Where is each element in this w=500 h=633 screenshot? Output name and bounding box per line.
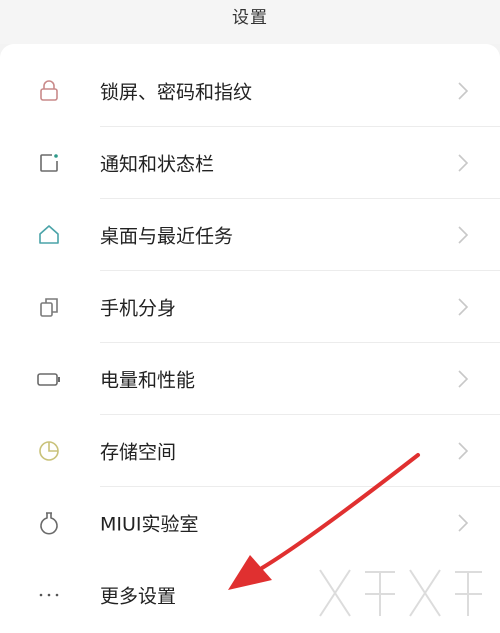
settings-item-label: 更多设置 [100,585,177,608]
dual-phone-icon [36,294,62,320]
flask-icon [36,510,62,536]
settings-item-home-screen[interactable]: 桌面与最近任务 [0,199,500,271]
settings-item-label: 存储空间 [100,441,177,464]
settings-list: 锁屏、密码和指纹 通知和状态栏 桌面与最近任务 手机分身 电量和性能 存储空间 … [0,44,500,633]
chevron-right-icon [456,440,470,462]
settings-item-label: 桌面与最近任务 [100,225,234,248]
chevron-right-icon [456,80,470,102]
settings-item-label: 手机分身 [100,297,177,320]
watermark-logo [319,569,482,617]
home-icon [36,222,62,248]
lock-icon [36,78,62,104]
battery-icon [36,366,62,392]
settings-item-notifications[interactable]: 通知和状态栏 [0,127,500,199]
chevron-right-icon [456,296,470,318]
chevron-right-icon [456,368,470,390]
notification-icon [36,150,62,176]
settings-item-lock-screen[interactable]: 锁屏、密码和指纹 [0,55,500,127]
storage-pie-icon [36,438,62,464]
chevron-right-icon [456,152,470,174]
chevron-right-icon [456,512,470,534]
more-dots-icon [36,582,62,608]
settings-item-storage[interactable]: 存储空间 [0,415,500,487]
settings-item-label: 锁屏、密码和指纹 [100,81,253,104]
settings-item-label: 通知和状态栏 [100,153,215,176]
settings-item-battery[interactable]: 电量和性能 [0,343,500,415]
settings-item-dual-apps[interactable]: 手机分身 [0,271,500,343]
page-title: 设置 [232,7,268,28]
settings-item-label: 电量和性能 [100,369,196,392]
settings-item-label: MIUI实验室 [100,513,199,536]
top-bar: 设置 [0,0,500,44]
chevron-right-icon [456,224,470,246]
settings-item-miui-lab[interactable]: MIUI实验室 [0,487,500,559]
